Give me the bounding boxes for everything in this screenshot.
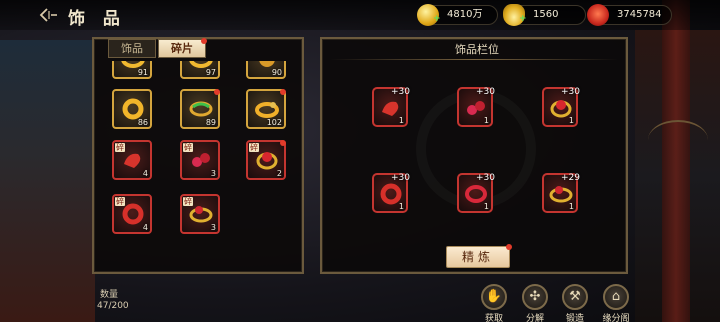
background-lamp (648, 120, 708, 160)
fragment-item[interactable]: 86 (112, 89, 152, 129)
acquire-button[interactable]: ✋ 获取 (476, 284, 512, 322)
fragment-item[interactable]: 碎 2 (246, 140, 286, 180)
fragment-item[interactable]: 碎 4 (112, 194, 152, 234)
accessory-slot[interactable]: +30 1 (542, 87, 580, 127)
quantity-value: 47/200 (97, 301, 129, 311)
decompose-button[interactable]: ✣ 分解 (517, 284, 553, 322)
decompose-icon: ✣ (522, 284, 548, 310)
forge-button[interactable]: ⚒ 锻造 (557, 284, 593, 322)
accessory-slot[interactable]: +29 1 (542, 173, 580, 213)
tab-accessories[interactable]: 饰品 (108, 39, 156, 58)
notification-dot (280, 140, 286, 146)
refine-label: 精炼 (461, 250, 494, 264)
tab-fragments[interactable]: 碎片 (158, 38, 207, 58)
divider (330, 59, 618, 60)
fragment-item[interactable]: 102 (246, 89, 286, 129)
fragment-grid: 91 97 90 86 89 102 碎 4 碎 3 碎 2 碎 4 碎 3 (104, 61, 294, 268)
notification-dot (280, 89, 286, 95)
power-currency: 3745784 (587, 4, 672, 26)
accessory-slots-panel: 饰品栏位 +30 1 +30 1 +30 1 +30 1 +30 1 +29 1… (320, 37, 628, 274)
ingot-currency[interactable]: + 1560 (503, 4, 586, 26)
fragment-item[interactable]: 90 (246, 61, 286, 79)
refine-button[interactable]: 精炼 (446, 244, 512, 268)
slots-title: 饰品栏位 (455, 43, 499, 56)
top-bar: 饰 品 + 4810万 + 1560 3745784 (0, 0, 720, 30)
fragment-item[interactable]: 碎 3 (180, 194, 220, 234)
back-button[interactable] (38, 6, 60, 26)
plus-icon: + (519, 14, 527, 24)
pavilion-icon: ⌂ (603, 284, 629, 310)
back-arrow-icon (39, 8, 57, 22)
tab-label: 饰品 (121, 42, 143, 55)
accessory-slot[interactable]: +30 1 (372, 173, 410, 213)
forge-hammer-icon: ⚒ (562, 284, 588, 310)
gold-currency[interactable]: + 4810万 (417, 4, 498, 26)
fragment-item[interactable]: 91 (112, 61, 152, 79)
power-amount: 3745784 (617, 9, 662, 20)
fragment-item[interactable]: 碎 3 (180, 140, 220, 180)
notification-dot (214, 89, 220, 95)
ingot-amount: 1560 (533, 9, 559, 20)
tab-label: 碎片 (171, 42, 193, 55)
accessory-slot[interactable]: +30 1 (372, 87, 410, 127)
notification-dot (201, 38, 207, 44)
fragment-panel: 饰品 碎片 91 97 90 86 89 102 碎 4 碎 3 碎 2 碎 4… (92, 37, 304, 274)
background-pillar (662, 0, 690, 322)
notification-dot (506, 244, 512, 250)
quantity-label: 数量 (100, 290, 119, 300)
plus-icon: + (433, 14, 441, 24)
fragment-item[interactable]: 碎 4 (112, 140, 152, 180)
accessory-slot[interactable]: +30 1 (457, 87, 495, 127)
background-scene-left (0, 40, 95, 322)
pavilion-button[interactable]: ⌂ 缘分阁 (598, 284, 634, 322)
page-title: 饰 品 (68, 9, 126, 29)
gold-amount: 4810万 (447, 9, 483, 20)
accessory-slot[interactable]: +30 1 (457, 173, 495, 213)
fragment-item[interactable]: 97 (180, 61, 220, 79)
acquire-icon: ✋ (481, 284, 507, 310)
power-icon (587, 4, 609, 26)
fragment-item[interactable]: 89 (180, 89, 220, 129)
